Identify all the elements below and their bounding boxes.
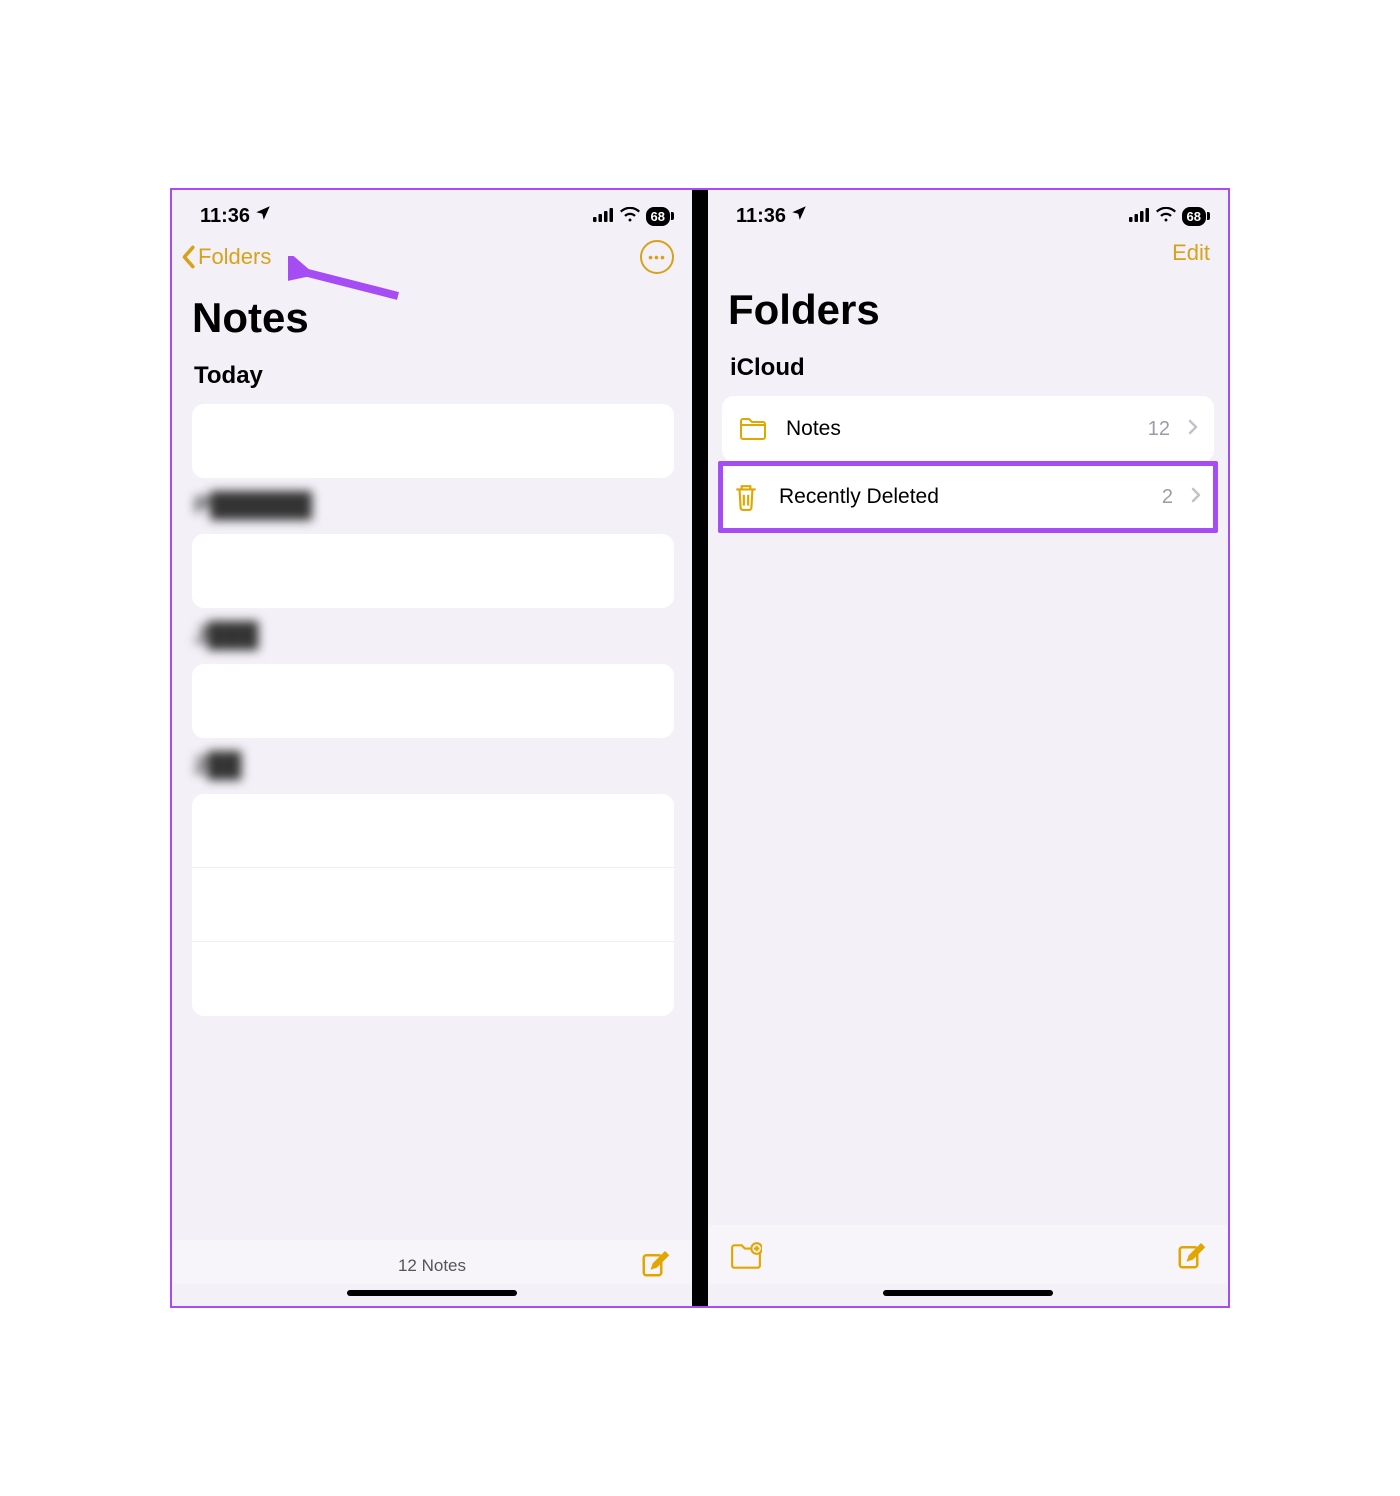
chevron-right-icon	[1191, 485, 1201, 509]
location-icon	[790, 204, 808, 228]
compose-button[interactable]	[640, 1249, 670, 1284]
wifi-icon	[1156, 205, 1176, 228]
notes-count-label: 12 Notes	[398, 1256, 466, 1276]
toolbar	[708, 1225, 1228, 1284]
section-header: P██████	[172, 488, 692, 530]
back-button[interactable]: Folders	[180, 244, 271, 270]
folder-count: 2	[1162, 486, 1173, 509]
home-indicator[interactable]	[347, 1290, 517, 1296]
section-header-today: Today	[172, 358, 692, 400]
section-header: J███	[172, 618, 692, 660]
more-menu-button[interactable]: •••	[640, 240, 674, 274]
note-card[interactable]	[192, 664, 674, 738]
new-folder-icon	[730, 1242, 762, 1270]
status-time: 11:36	[736, 205, 786, 228]
battery-icon: 68	[1182, 207, 1206, 226]
home-indicator[interactable]	[883, 1290, 1053, 1296]
compose-button[interactable]	[1176, 1241, 1206, 1276]
group-header-icloud: iCloud	[708, 350, 1228, 392]
note-card[interactable]	[192, 794, 674, 1016]
page-title: Folders	[708, 274, 1228, 350]
edit-button[interactable]: Edit	[1172, 240, 1210, 266]
status-time: 11:36	[200, 205, 250, 228]
ellipsis-icon: •••	[648, 249, 666, 265]
note-card[interactable]	[192, 404, 674, 478]
folder-row-notes[interactable]: Notes 12	[722, 396, 1214, 462]
folder-count: 12	[1148, 418, 1170, 441]
section-header: 2██	[172, 748, 692, 790]
folders-screen: 11:36 68 Edit Folders iCl	[708, 190, 1228, 1306]
back-label: Folders	[198, 244, 271, 270]
highlighted-folder-row: Recently Deleted 2	[718, 461, 1218, 533]
page-title: Notes	[172, 282, 692, 358]
folder-list: Notes 12	[722, 396, 1214, 462]
wifi-icon	[620, 205, 640, 228]
toolbar: 12 Notes	[172, 1240, 692, 1284]
folder-name: Notes	[786, 417, 1130, 441]
status-bar: 11:36 68	[172, 190, 692, 236]
new-folder-button[interactable]	[730, 1242, 762, 1275]
compose-icon	[640, 1249, 670, 1279]
cellular-icon	[593, 205, 614, 228]
note-card[interactable]	[192, 534, 674, 608]
location-icon	[254, 204, 272, 228]
trash-icon	[731, 482, 761, 512]
compose-icon	[1176, 1241, 1206, 1271]
notes-list-screen: 11:36 68 Folders	[172, 190, 692, 1306]
chevron-right-icon	[1188, 417, 1198, 441]
chevron-left-icon	[180, 245, 196, 269]
status-bar: 11:36 68	[708, 190, 1228, 236]
cellular-icon	[1129, 205, 1150, 228]
folder-name: Recently Deleted	[779, 485, 1144, 509]
battery-icon: 68	[646, 207, 670, 226]
folder-icon	[738, 414, 768, 444]
folder-row-recently-deleted[interactable]: Recently Deleted 2	[723, 466, 1213, 528]
